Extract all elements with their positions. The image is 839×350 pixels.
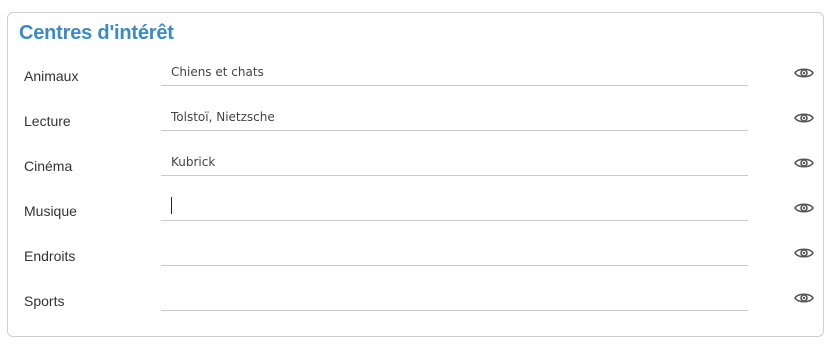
eye-icon[interactable] (793, 152, 815, 174)
interests-card: Centres d'intérêt Animaux Lecture Cinéma… (7, 12, 824, 337)
field-label: Endroits (24, 248, 76, 264)
field-row-animaux: Animaux (8, 58, 823, 103)
eye-icon[interactable] (793, 242, 815, 264)
field-label: Musique (24, 203, 77, 219)
eye-icon[interactable] (793, 287, 815, 309)
field-row-musique: Musique (8, 193, 823, 238)
field-label: Sports (24, 293, 65, 309)
eye-icon[interactable] (793, 62, 815, 84)
eye-icon[interactable] (793, 197, 815, 219)
field-label: Cinéma (24, 158, 73, 174)
field-row-sports: Sports (8, 283, 823, 328)
cinema-input[interactable] (161, 148, 748, 176)
field-row-endroits: Endroits (8, 238, 823, 283)
field-row-lecture: Lecture (8, 103, 823, 148)
animaux-input[interactable] (161, 58, 748, 86)
text-caret (171, 197, 172, 214)
musique-input[interactable] (161, 193, 748, 221)
sports-input[interactable] (161, 283, 748, 311)
endroits-input[interactable] (161, 238, 748, 266)
eye-icon[interactable] (793, 107, 815, 129)
section-title: Centres d'intérêt (19, 22, 174, 44)
field-label: Lecture (24, 113, 71, 129)
field-label: Animaux (24, 68, 79, 84)
field-row-cinema: Cinéma (8, 148, 823, 193)
lecture-input[interactable] (161, 103, 748, 131)
